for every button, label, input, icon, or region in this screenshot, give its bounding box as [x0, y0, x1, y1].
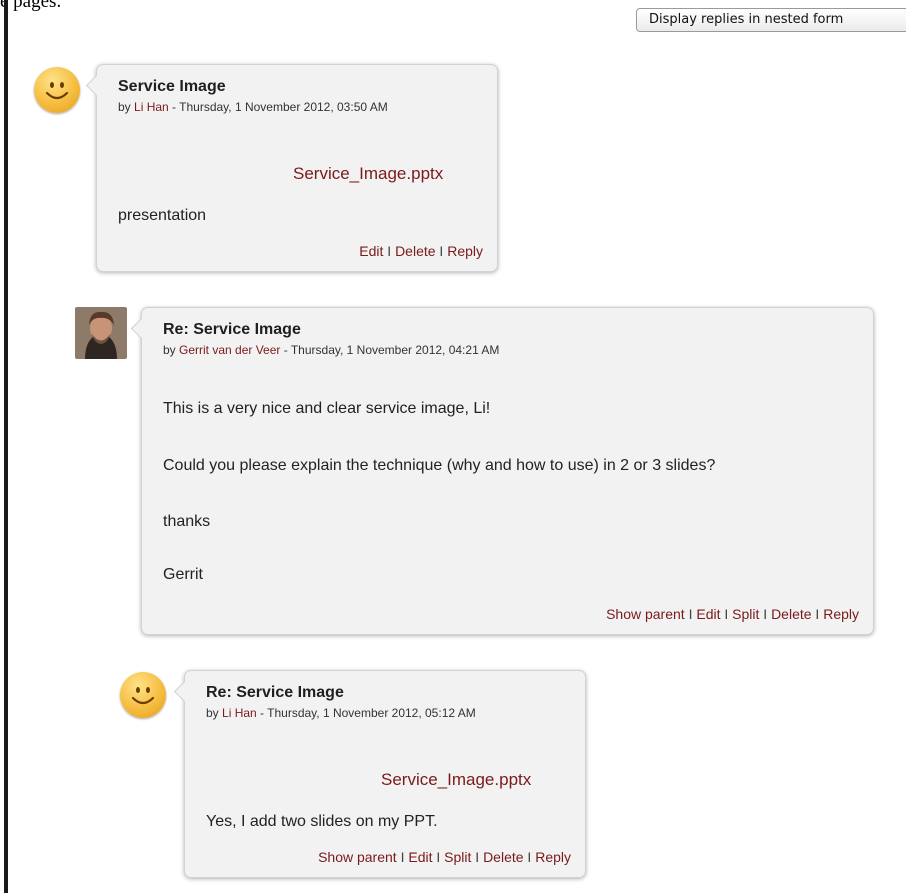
separator: I — [432, 849, 445, 865]
post-subject: Re: Service Image — [163, 321, 301, 338]
author-link[interactable]: Li Han — [222, 706, 257, 720]
reply-link[interactable]: Reply — [535, 849, 571, 865]
post-date: - Thursday, 1 November 2012, 04:21 AM — [280, 343, 500, 357]
separator: I — [811, 606, 824, 622]
smiley-avatar-icon[interactable] — [120, 672, 166, 718]
post-body-line: presentation — [118, 207, 207, 224]
byline-prefix: by — [118, 100, 135, 114]
attachment-link[interactable]: Service_Image.pptx — [381, 770, 531, 790]
byline-prefix: by — [206, 706, 223, 720]
attachment-link[interactable]: Service_Image.pptx — [293, 164, 443, 184]
reply-link[interactable]: Reply — [447, 243, 483, 259]
thread-indent-bar — [4, 0, 8, 893]
post-commands: Show parent I Edit I Split I Delete I Re… — [606, 606, 859, 622]
forum-post: Re: Service Image by Gerrit van der Veer… — [141, 307, 874, 635]
separator: I — [523, 849, 536, 865]
delete-link[interactable]: Delete — [395, 243, 435, 259]
smiley-face-icon — [45, 82, 69, 100]
post-byline: by Gerrit van der Veer - Thursday, 1 Nov… — [163, 343, 499, 357]
separator: I — [684, 606, 697, 622]
edit-link[interactable]: Edit — [408, 849, 432, 865]
post-subject: Re: Service Image — [206, 684, 344, 701]
split-link[interactable]: Split — [444, 849, 471, 865]
display-mode-select[interactable]: Display replies in nested form — [636, 8, 906, 32]
separator: I — [759, 606, 772, 622]
post-date: - Thursday, 1 November 2012, 03:50 AM — [168, 100, 388, 114]
byline-prefix: by — [163, 343, 180, 357]
separator: I — [435, 243, 448, 259]
post-body-line: Yes, I add two slides on my PPT. — [206, 813, 438, 830]
user-photo[interactable] — [75, 307, 127, 359]
forum-post: Re: Service Image by Li Han - Thursday, … — [184, 670, 586, 878]
post-byline: by Li Han - Thursday, 1 November 2012, 0… — [206, 706, 476, 720]
user-photo-image — [75, 307, 127, 359]
delete-link[interactable]: Delete — [483, 849, 523, 865]
author-link[interactable]: Li Han — [134, 100, 169, 114]
smiley-face-icon — [131, 687, 155, 705]
post-body-line: Could you please explain the technique (… — [163, 457, 716, 474]
post-date: - Thursday, 1 November 2012, 05:12 AM — [256, 706, 476, 720]
separator: I — [383, 243, 396, 259]
post-body-line: thanks — [163, 513, 211, 530]
page-text-fragment: e pages. — [0, 0, 62, 12]
reply-link[interactable]: Reply — [823, 606, 859, 622]
separator: I — [396, 849, 409, 865]
post-byline: by Li Han - Thursday, 1 November 2012, 0… — [118, 100, 388, 114]
delete-link[interactable]: Delete — [771, 606, 811, 622]
forum-post: Service Image by Li Han - Thursday, 1 No… — [96, 64, 498, 272]
post-body-line: Gerrit — [163, 566, 203, 583]
post-commands: Show parent I Edit I Split I Delete I Re… — [318, 849, 571, 865]
split-link[interactable]: Split — [732, 606, 759, 622]
author-link[interactable]: Gerrit van der Veer — [179, 343, 280, 357]
edit-link[interactable]: Edit — [696, 606, 720, 622]
post-body-line: This is a very nice and clear service im… — [163, 400, 491, 417]
smiley-avatar-icon[interactable] — [34, 67, 80, 113]
separator: I — [471, 849, 484, 865]
show-parent-link[interactable]: Show parent — [606, 606, 685, 622]
edit-link[interactable]: Edit — [359, 243, 383, 259]
show-parent-link[interactable]: Show parent — [318, 849, 397, 865]
post-subject: Service Image — [118, 78, 226, 95]
post-commands: Edit I Delete I Reply — [359, 243, 483, 259]
separator: I — [720, 606, 733, 622]
